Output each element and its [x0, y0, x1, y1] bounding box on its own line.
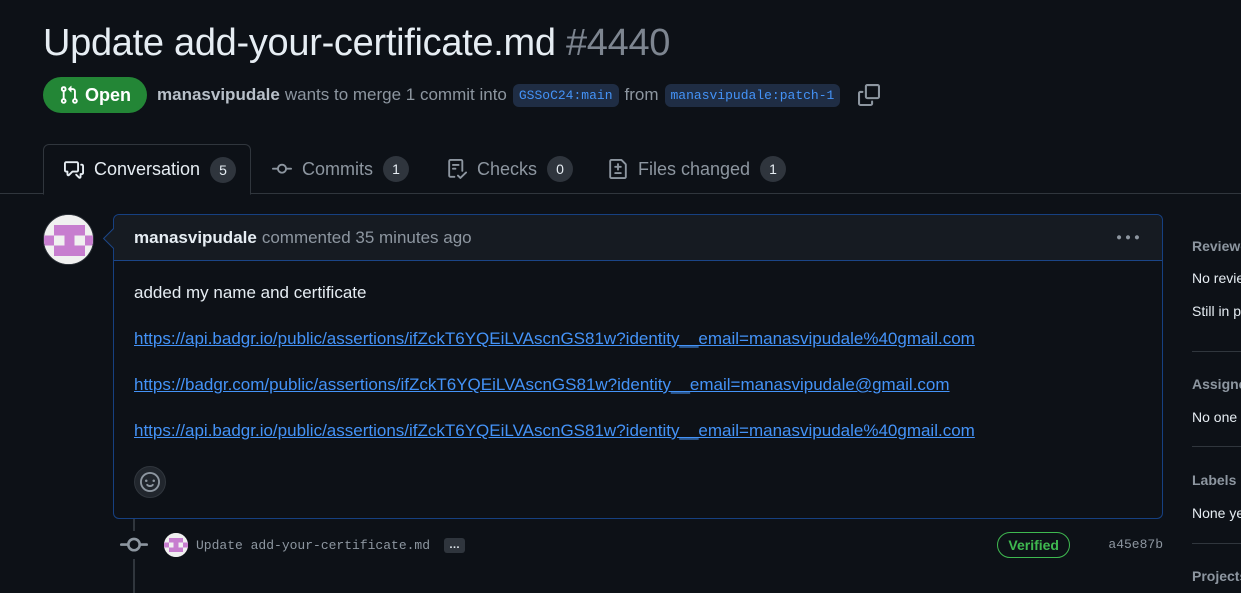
verified-badge[interactable]: Verified [997, 532, 1070, 558]
git-commit-icon [272, 163, 292, 174]
base-branch[interactable]: GSSoC24:main [512, 83, 619, 107]
author-avatar[interactable] [43, 214, 94, 265]
smiley-icon [140, 472, 160, 492]
merge-text: wants to merge 1 commit into [284, 85, 507, 104]
add-reaction-button[interactable] [134, 466, 166, 498]
sidebar-assignees-value: No one assigned [1192, 409, 1241, 425]
commit-sha-link[interactable]: a45e87b [1108, 537, 1163, 552]
certificate-link-3[interactable]: https://api.badgr.io/public/assertions/i… [134, 421, 975, 440]
head-branch[interactable]: manasvipudale:patch-1 [664, 83, 841, 107]
comment-header: manasvipudale commented 35 minutes ago [114, 215, 1162, 261]
sidebar-assignees-heading[interactable]: Assignees [1192, 376, 1241, 392]
pr-title: Update add-your-certificate.md #4440 [43, 22, 670, 65]
pr-author-link[interactable]: manasvipudale [157, 85, 280, 105]
git-commit-icon [120, 531, 148, 559]
commit-message-link[interactable]: Update add-your-certificate.md [196, 538, 430, 553]
pr-state-label: Open [85, 84, 132, 105]
tab-conversation[interactable]: Conversation 5 [43, 144, 251, 195]
certificate-link-2[interactable]: https://badgr.com/public/assertions/ifZc… [134, 375, 950, 394]
tab-commits[interactable]: Commits 1 [272, 144, 409, 194]
checklist-icon [448, 159, 467, 179]
pr-number: #4440 [565, 22, 671, 64]
commit-row: Update add-your-certificate.md … Verifie… [120, 530, 1163, 560]
sidebar-labels-heading[interactable]: Labels [1192, 472, 1236, 488]
tab-commits-count: 1 [383, 156, 409, 182]
comment-body: added my name and certificate https://ap… [114, 261, 1162, 489]
sidebar-reviewers-note: Still in progress? [1192, 303, 1241, 319]
tab-checks[interactable]: Checks 0 [447, 144, 574, 194]
pr-title-text: Update add-your-certificate.md [43, 22, 556, 64]
comment-box: manasvipudale commented 35 minutes ago a… [113, 214, 1163, 519]
sidebar-labels-value: None yet [1192, 505, 1241, 521]
tab-checks-count: 0 [547, 156, 574, 182]
sidebar-divider [1192, 446, 1241, 447]
pr-subline: Open manasvipudale wants to merge 1 comm… [43, 77, 881, 113]
commit-expand-button[interactable]: … [444, 537, 466, 553]
comment-author-link[interactable]: manasvipudale [134, 228, 257, 248]
file-diff-icon [609, 159, 627, 179]
comment-discussion-icon [64, 160, 84, 179]
comment-text: added my name and certificate [134, 283, 367, 302]
sidebar-reviewers-heading[interactable]: Reviewers [1192, 238, 1241, 254]
tab-files-changed[interactable]: Files changed 1 [608, 144, 787, 194]
tab-conversation-count: 5 [210, 156, 237, 183]
tab-checks-label: Checks [477, 158, 538, 179]
kebab-horizontal-icon[interactable] [1116, 227, 1140, 249]
pr-tabs: Conversation 5 Commits 1 Checks 0 Files … [0, 144, 1241, 195]
git-pull-request-icon [60, 85, 78, 104]
pr-state-badge: Open [43, 77, 148, 113]
certificate-link-1[interactable]: https://api.badgr.io/public/assertions/i… [134, 329, 975, 348]
tab-commits-label: Commits [302, 158, 373, 179]
sidebar-divider [1192, 351, 1241, 352]
tab-files-changed-count: 1 [760, 156, 787, 182]
comment-meta[interactable]: commented 35 minutes ago [262, 228, 472, 248]
sidebar-reviewers-value: No reviews [1192, 270, 1241, 286]
sidebar-projects-heading[interactable]: Projects [1192, 568, 1241, 584]
pr-sidebar: Reviewers No reviews Still in progress? … [1192, 214, 1241, 593]
tab-files-changed-label: Files changed [638, 158, 751, 179]
tab-conversation-label: Conversation [94, 159, 201, 179]
sidebar-divider [1192, 543, 1241, 544]
from-text: from [624, 85, 659, 104]
copy-icon[interactable] [858, 84, 881, 106]
commit-author-avatar[interactable] [164, 533, 188, 557]
